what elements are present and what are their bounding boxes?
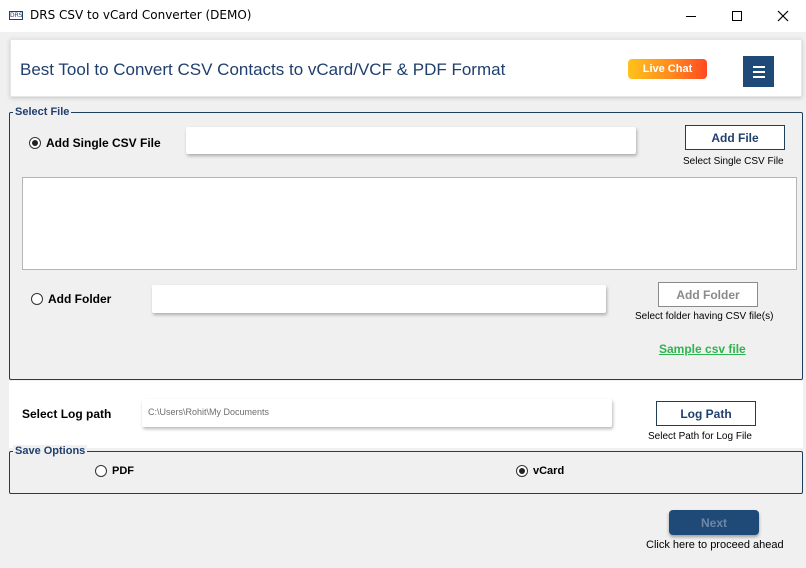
live-chat-button[interactable]: Live Chat [628, 59, 707, 79]
next-hint: Click here to proceed ahead [646, 539, 784, 551]
folder-path-input[interactable] [152, 285, 606, 313]
maximize-icon [732, 11, 742, 21]
radio-add-single-csv-label: Add Single CSV File [46, 136, 161, 150]
add-folder-hint: Select folder having CSV file(s) [635, 311, 774, 322]
add-file-hint: Select Single CSV File [683, 156, 784, 167]
radio-checked-icon [516, 465, 528, 477]
app-icon: DRS [9, 11, 23, 20]
log-path-label: Select Log path [22, 407, 112, 421]
radio-pdf-label: PDF [112, 465, 134, 477]
hamburger-menu-button[interactable] [743, 56, 774, 87]
log-path-hint: Select Path for Log File [648, 431, 752, 442]
radio-unchecked-icon [95, 465, 107, 477]
log-path-input[interactable]: C:\Users\Rohit\My Documents [142, 399, 612, 427]
sample-csv-link[interactable]: Sample csv file [659, 342, 746, 356]
radio-add-folder[interactable]: Add Folder [31, 292, 111, 306]
app-header: Best Tool to Convert CSV Contacts to vCa… [10, 39, 802, 97]
add-folder-button[interactable]: Add Folder [658, 282, 758, 307]
minimize-icon [686, 15, 696, 17]
radio-add-single-csv[interactable]: Add Single CSV File [29, 136, 161, 150]
radio-pdf[interactable]: PDF [95, 465, 134, 477]
next-button[interactable]: Next [669, 510, 759, 535]
page-title: Best Tool to Convert CSV Contacts to vCa… [20, 60, 506, 79]
radio-checked-icon [29, 137, 41, 149]
title-bar: DRS DRS CSV to vCard Converter (DEMO) [0, 0, 806, 32]
csv-file-list[interactable] [22, 177, 797, 270]
single-csv-path-input[interactable] [186, 127, 636, 154]
minimize-button[interactable] [668, 0, 714, 32]
close-button[interactable] [760, 0, 806, 32]
select-file-group-label: Select File [13, 106, 72, 119]
hamburger-icon [752, 65, 765, 68]
add-file-button[interactable]: Add File [685, 125, 785, 150]
log-path-button[interactable]: Log Path [656, 401, 756, 426]
save-options-group-label: Save Options [13, 445, 88, 458]
radio-vcard[interactable]: vCard [516, 465, 564, 477]
radio-add-folder-label: Add Folder [48, 292, 112, 306]
maximize-button[interactable] [714, 0, 760, 32]
radio-vcard-label: vCard [533, 465, 565, 477]
close-icon [777, 10, 789, 22]
radio-unchecked-icon [31, 293, 43, 305]
window-title: DRS CSV to vCard Converter (DEMO) [30, 8, 252, 22]
